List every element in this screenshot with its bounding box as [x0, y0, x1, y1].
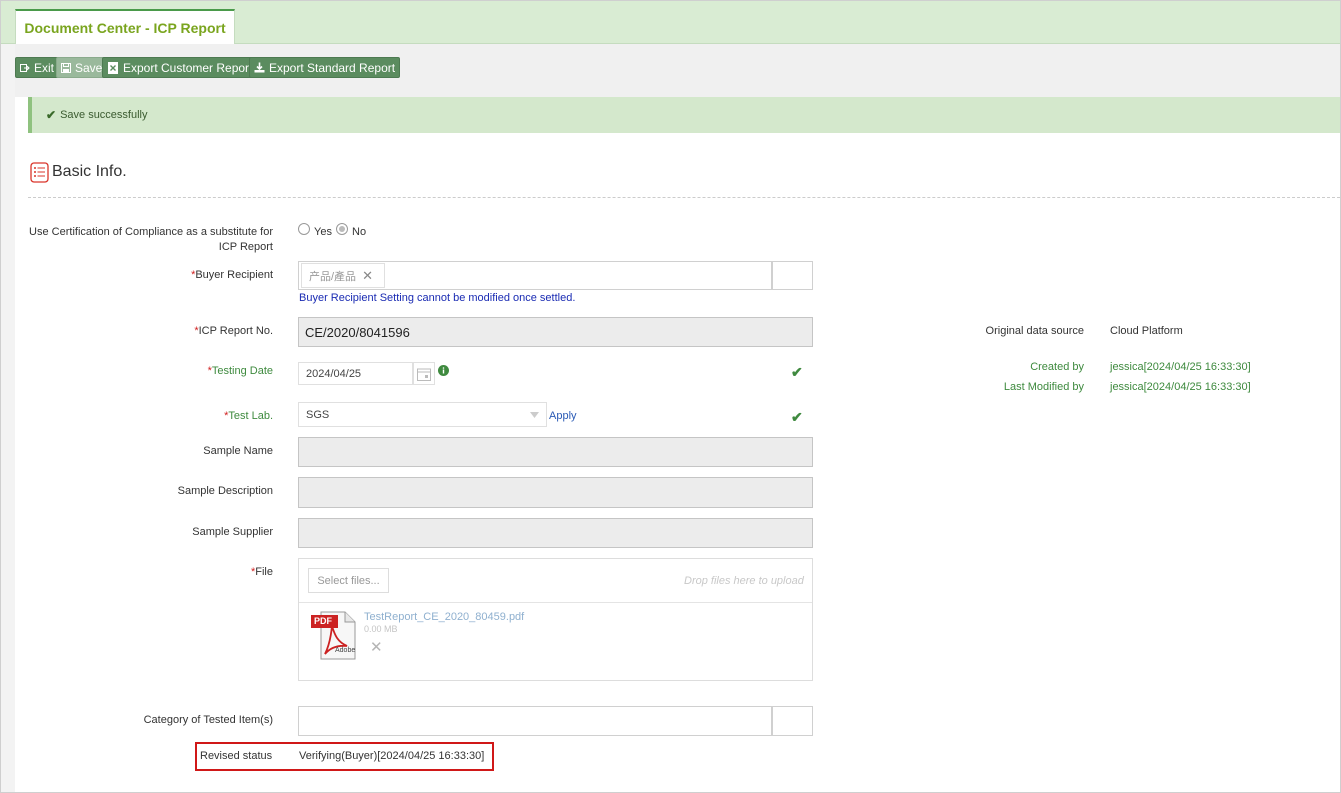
- testing-date-label-text: Testing Date: [211, 365, 273, 377]
- coc-label: Use Certification of Compliance as a sub…: [28, 225, 273, 255]
- coc-yes-radio[interactable]: [298, 223, 310, 235]
- sample-supplier-label: Sample Supplier: [192, 526, 273, 538]
- data-source-value: Cloud Platform: [1110, 325, 1183, 337]
- buyer-recipient-addon[interactable]: [772, 261, 813, 290]
- icp-report-value: CE/2020/8041596: [305, 324, 410, 340]
- coc-no-label: No: [352, 226, 367, 238]
- caret-down-icon: [530, 412, 539, 418]
- calendar-icon: [417, 368, 431, 381]
- testing-date-value: 2024/04/25: [306, 367, 362, 380]
- success-message: Save successfully: [60, 109, 148, 121]
- buyer-recipient-tag: 产品/產品 ✕: [301, 263, 385, 288]
- coc-label-line1: Use Certification of Compliance as a sub…: [29, 226, 273, 238]
- coc-no-radio[interactable]: [336, 223, 348, 235]
- export-customer-report-button[interactable]: Export Customer Report: [102, 57, 258, 78]
- coc-label-line2: ICP Report: [218, 241, 273, 253]
- pdf-file-icon: PDF Adobe: [310, 611, 356, 660]
- coc-yes-label: Yes: [314, 226, 332, 238]
- tab-document-center[interactable]: Document Center - ICP Report: [15, 9, 235, 44]
- apply-link[interactable]: Apply: [549, 410, 577, 422]
- icp-report-label-text: ICP Report No.: [198, 325, 273, 337]
- revised-status-label: Revised status: [200, 750, 273, 762]
- icp-report-label: *ICP Report No.: [28, 324, 273, 339]
- buyer-recipient-label: *Buyer Recipient: [28, 268, 273, 283]
- testing-date-valid-icon: ✔: [791, 364, 803, 380]
- test-lab-label-text: Test Lab.: [228, 410, 273, 422]
- sample-name-input[interactable]: [298, 437, 813, 467]
- buyer-recipient-label-text: Buyer Recipient: [195, 269, 273, 281]
- save-button-label: Save: [75, 60, 103, 75]
- file-label-text: File: [255, 566, 273, 578]
- pdf-badge-text: PDF: [314, 616, 332, 626]
- export-standard-report-label: Export Standard Report: [269, 60, 396, 75]
- category-input[interactable]: [298, 706, 772, 736]
- category-addon[interactable]: [772, 706, 813, 736]
- icp-report-input[interactable]: CE/2020/8041596: [298, 317, 813, 347]
- info-icon[interactable]: [438, 365, 449, 376]
- list-icon: [30, 161, 49, 183]
- exit-icon: [20, 63, 30, 72]
- section-title-text: Basic Info.: [52, 163, 127, 180]
- download-icon: [254, 62, 265, 73]
- section-divider: [28, 197, 1340, 198]
- revised-status-value: Verifying(Buyer)[2024/04/25 16:33:30]: [299, 750, 485, 762]
- export-standard-report-button[interactable]: Export Standard Report: [249, 57, 401, 78]
- last-modified-value: jessica[2024/04/25 16:33:30]: [1110, 381, 1251, 393]
- file-upload-separator: [299, 602, 812, 603]
- test-lab-label: *Test Lab.: [28, 409, 273, 424]
- test-lab-value: SGS: [306, 408, 330, 421]
- success-alert: ✔ Save successfully: [28, 97, 1340, 133]
- excel-icon: [108, 61, 118, 74]
- tab-title: Document Center - ICP Report: [24, 19, 226, 36]
- save-icon: [61, 62, 71, 73]
- exit-button[interactable]: Exit: [15, 57, 60, 78]
- sample-name-label: Sample Name: [203, 445, 273, 457]
- left-gutter: [1, 44, 15, 792]
- export-customer-report-label: Export Customer Report: [123, 60, 253, 75]
- exit-button-label: Exit: [34, 60, 55, 75]
- test-lab-valid-icon: ✔: [791, 409, 803, 425]
- last-modified-label: Last Modified by: [1003, 381, 1084, 393]
- sample-supplier-input[interactable]: [298, 518, 813, 548]
- test-lab-select[interactable]: SGS: [298, 402, 547, 427]
- drop-zone-hint: Drop files here to upload: [684, 575, 804, 587]
- sample-description-label: Sample Description: [177, 485, 273, 497]
- buyer-recipient-hint: Buyer Recipient Setting cannot be modifi…: [299, 292, 576, 304]
- file-label: *File: [28, 565, 273, 580]
- testing-date-label: *Testing Date: [28, 364, 273, 379]
- save-button[interactable]: Save: [56, 57, 108, 78]
- data-source-label: Original data source: [985, 325, 1084, 337]
- testing-date-input[interactable]: 2024/04/25: [298, 362, 413, 385]
- checkmark-icon: ✔: [46, 108, 57, 122]
- buyer-recipient-tag-text: 产品/產品: [309, 270, 357, 283]
- pdf-brand-text: Adobe: [335, 647, 356, 654]
- sample-description-input[interactable]: [298, 477, 813, 508]
- section-title: Basic Info.: [30, 161, 127, 183]
- uploaded-file-name[interactable]: TestReport_CE_2020_80459.pdf: [364, 611, 524, 623]
- created-by-label: Created by: [1030, 361, 1084, 373]
- created-by-value: jessica[2024/04/25 16:33:30]: [1110, 361, 1251, 373]
- select-files-button[interactable]: Select files...: [308, 568, 389, 593]
- remove-tag-icon[interactable]: ✕: [362, 268, 373, 284]
- select-files-label: Select files...: [317, 574, 380, 587]
- remove-file-icon[interactable]: ✕: [370, 638, 383, 656]
- category-label: Category of Tested Item(s): [143, 714, 273, 726]
- date-picker-button[interactable]: [413, 362, 435, 385]
- uploaded-file-size: 0.00 MB: [364, 624, 398, 634]
